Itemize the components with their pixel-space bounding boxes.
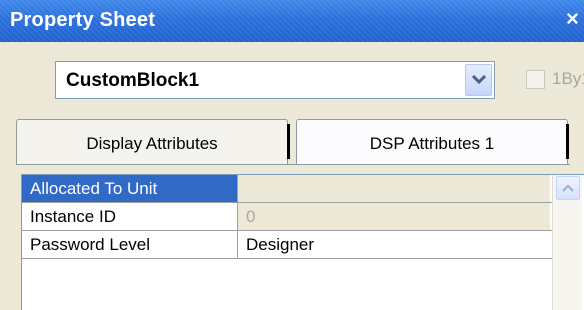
property-name: Allocated To Unit — [22, 175, 238, 202]
tab-divider — [287, 124, 290, 159]
chevron-up-icon — [562, 184, 574, 192]
title-bar: Property Sheet × — [0, 0, 584, 42]
window-title: Property Sheet — [10, 9, 156, 31]
scroll-up-button[interactable] — [556, 176, 580, 200]
property-row[interactable]: Allocated To Unit — [22, 175, 582, 203]
tab-divider — [566, 124, 569, 159]
one-by-one-label: 1By1 — [552, 69, 584, 88]
tab-dsp-attributes-1[interactable]: DSP Attributes 1 — [296, 119, 568, 165]
one-by-one-checkbox[interactable] — [526, 70, 545, 89]
object-selector-combobox[interactable]: CustomBlock1 — [55, 61, 495, 99]
property-grid: Allocated To Unit Instance ID 0 Password… — [21, 174, 584, 310]
close-icon[interactable]: × — [566, 7, 579, 31]
tab-baseline — [16, 164, 570, 165]
property-value[interactable] — [238, 175, 550, 202]
dropdown-button[interactable] — [465, 64, 492, 96]
property-value[interactable]: Designer — [238, 231, 550, 258]
tab-display-attributes[interactable]: Display Attributes — [16, 119, 288, 165]
property-name: Password Level — [22, 231, 238, 258]
vertical-scrollbar[interactable] — [552, 175, 582, 310]
property-row[interactable]: Instance ID 0 — [22, 203, 582, 231]
property-name: Instance ID — [22, 203, 238, 230]
object-selector-value: CustomBlock1 — [66, 70, 200, 91]
property-value[interactable]: 0 — [238, 203, 550, 230]
property-row[interactable]: Password Level Designer — [22, 231, 582, 259]
chevron-down-icon — [472, 75, 486, 85]
